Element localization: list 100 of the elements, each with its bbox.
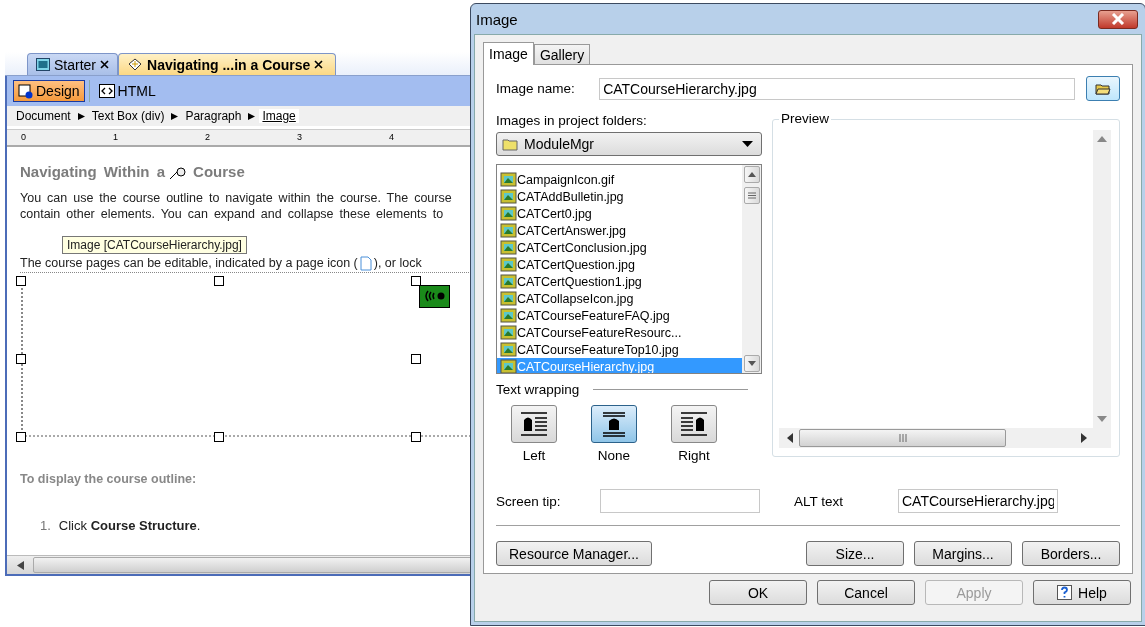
file-item[interactable]: CATCourseFeatureResourc... — [497, 324, 742, 341]
up-arrow-icon[interactable] — [747, 172, 756, 177]
subheading: To display the course outline: — [20, 472, 198, 486]
ruler-number: 1 — [113, 131, 119, 144]
chevron-icon — [171, 112, 179, 120]
file-item[interactable]: CATCollapseIcon.jpg — [497, 290, 742, 307]
file-item[interactable]: CATCertQuestion1.jpg — [497, 273, 742, 290]
vertical-scrollbar[interactable] — [1093, 130, 1111, 428]
grip-icon[interactable] — [898, 434, 907, 442]
image-file-icon — [500, 308, 517, 323]
close-icon[interactable] — [100, 60, 109, 69]
ruler-number: 2 — [205, 131, 211, 144]
close-icon[interactable] — [314, 60, 324, 69]
file-item[interactable]: CATCert0.jpg — [497, 205, 742, 222]
up-arrow-icon[interactable] — [1097, 136, 1107, 142]
text-wrap-button[interactable] — [591, 405, 637, 443]
group-label: Preview — [779, 111, 831, 126]
browse-button[interactable] — [1086, 76, 1120, 101]
file-item[interactable]: CATCertQuestion.jpg — [497, 256, 742, 273]
paragraph-line: The course pages can be editable, indicated by a page icon ( — [20, 256, 358, 270]
tooltip: Image [CATCourseHierarchy.jpg] — [62, 236, 247, 254]
view-tab[interactable]: HTML — [93, 80, 161, 102]
field-label: Screen tip: — [496, 493, 562, 509]
left-arrow-icon[interactable] — [787, 433, 793, 443]
image-file-icon — [500, 223, 517, 238]
field-label: ALT text — [794, 493, 845, 509]
resize-handle[interactable] — [214, 276, 224, 286]
breadcrumb-link[interactable]: Image — [259, 109, 299, 123]
file-item[interactable]: CATAddBulletin.jpg — [497, 188, 742, 205]
dialog-button[interactable]: Cancel — [817, 580, 915, 605]
dialog-button[interactable]: Help — [1033, 580, 1131, 605]
dialog-button[interactable]: Size... — [806, 541, 904, 566]
file-item[interactable]: CATCourseFeatureTop10.jpg — [497, 341, 742, 358]
grip-icon[interactable] — [747, 192, 756, 199]
dialog-button[interactable]: Resource Manager... — [496, 541, 652, 566]
step-text: Click Course Structure. — [58, 518, 201, 533]
ruler-number: 0 — [21, 131, 26, 144]
document-tab[interactable]: Navigating ...in a Course — [118, 53, 337, 75]
dialog-button[interactable]: Borders... — [1022, 541, 1120, 566]
resize-handle[interactable] — [411, 354, 421, 364]
ruler-number: 3 — [297, 131, 303, 144]
section-label: Text wrapping — [496, 382, 580, 397]
file-item[interactable]: CATCertAnswer.jpg — [497, 222, 742, 239]
file-item[interactable]: CATCourseFeatureFAQ.jpg — [497, 307, 742, 324]
image-file-icon — [500, 291, 517, 306]
text-wrap-button[interactable] — [511, 405, 557, 443]
screen-tip-field[interactable] — [600, 489, 760, 513]
dialog-tab[interactable]: Image — [483, 42, 534, 65]
help-icon — [1057, 585, 1073, 600]
caret-icon — [742, 141, 753, 147]
image-file-icon — [500, 189, 517, 204]
resize-handle[interactable] — [411, 432, 421, 442]
design-icon — [18, 83, 33, 99]
image-file-icon — [500, 274, 517, 289]
horizontal-scrollbar[interactable] — [779, 428, 1111, 448]
alt-text-field[interactable]: CATCourseHierarchy.jpg — [898, 489, 1058, 513]
resize-handle[interactable] — [214, 432, 224, 442]
folder-icon — [1095, 82, 1112, 95]
ruler-number: 4 — [389, 131, 395, 144]
app-icon — [36, 58, 50, 71]
file-item[interactable]: CampaignIcon.gif — [497, 171, 742, 188]
right-arrow-icon[interactable] — [1081, 433, 1087, 443]
option-label: Left — [522, 448, 546, 463]
option-label: Right — [678, 448, 710, 463]
resize-handle[interactable] — [16, 276, 26, 286]
dialog-button[interactable]: Margins... — [914, 541, 1012, 566]
image-file-icon — [500, 240, 517, 255]
sound-icon — [419, 285, 450, 308]
image-name-field[interactable]: CATCourseHierarchy.jpg — [599, 77, 1076, 100]
image-file-icon — [500, 206, 517, 221]
paragraph-line: contain other elements. You can expand and collapse these elements to — [20, 206, 445, 222]
folder-icon — [502, 137, 518, 151]
code-icon — [98, 84, 115, 98]
breadcrumb-link[interactable]: Paragraph — [182, 109, 245, 123]
down-arrow-icon[interactable] — [1097, 416, 1107, 422]
dialog-tab[interactable]: Gallery — [533, 44, 591, 64]
paragraph-line: You can use the course outline to navigate within the course. The course — [20, 190, 453, 206]
dialog-button[interactable]: OK — [709, 580, 807, 605]
document-tab[interactable]: Starter — [27, 53, 118, 75]
file-item[interactable]: CATCertConclusion.jpg — [497, 239, 742, 256]
layout-icon — [519, 411, 549, 437]
resize-handle[interactable] — [16, 432, 26, 442]
resize-handle[interactable] — [16, 354, 26, 364]
breadcrumb-link[interactable]: Text Box (div) — [88, 109, 168, 123]
view-tab[interactable]: Design — [13, 80, 85, 102]
image-file-icon — [500, 359, 517, 373]
layout-icon — [679, 411, 709, 437]
field-label: Images in project folders: — [496, 113, 648, 128]
field-label: Image name: — [496, 81, 576, 96]
down-arrow-icon[interactable] — [747, 361, 756, 366]
resize-handle[interactable] — [411, 276, 421, 286]
breadcrumb-link[interactable]: Document — [13, 109, 74, 123]
vertical-scrollbar[interactable] — [742, 165, 761, 373]
text-wrap-button[interactable] — [671, 405, 717, 443]
folder-dropdown[interactable]: ModuleMgr — [496, 132, 762, 156]
chevron-icon — [77, 112, 85, 120]
chevron-icon — [248, 112, 256, 120]
left-arrow-icon[interactable] — [17, 560, 25, 570]
option-label: None — [597, 448, 631, 463]
close-button[interactable] — [1098, 9, 1138, 29]
